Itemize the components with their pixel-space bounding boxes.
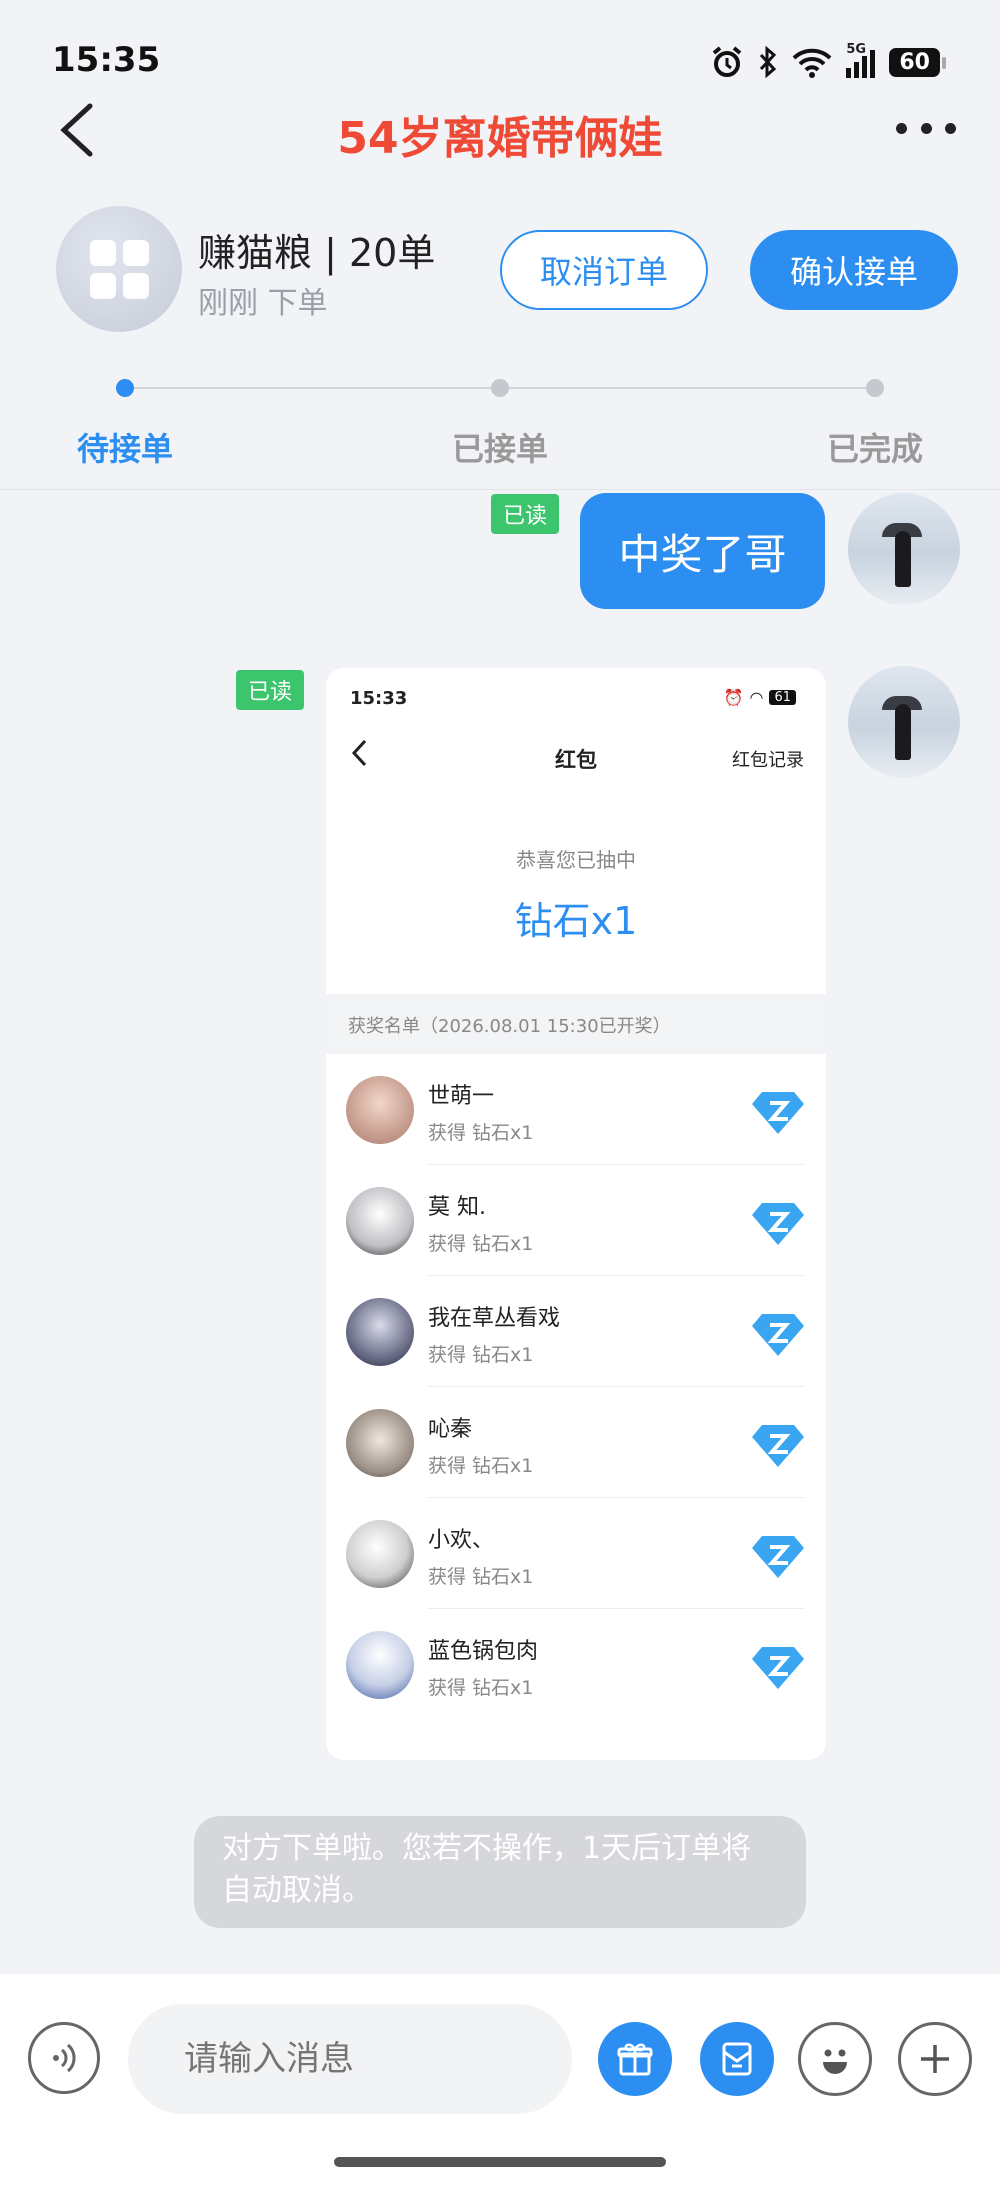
system-notice: 对方下单啦。您若不操作，1天后订单将自动取消。 [194, 1816, 806, 1928]
message-bubble[interactable]: 中奖了哥 [580, 493, 825, 609]
winner-name: 蓝色锅包肉 [428, 1639, 539, 1664]
screenshot-status-time: 15:33 [350, 688, 408, 709]
winner-row: 世萌一 获得 钻石x1 [326, 1054, 826, 1165]
winner-row: 小欢、 获得 钻石x1 [326, 1498, 826, 1609]
divider [0, 489, 1000, 490]
gift-button[interactable] [598, 2022, 672, 2096]
winner-row: 吣秦 获得 钻石x1 [326, 1387, 826, 1498]
red-packet-icon [722, 2042, 752, 2076]
winner-reward: 获得 钻石x1 [428, 1677, 534, 1699]
status-time: 15:35 [52, 40, 161, 80]
wifi-icon [792, 48, 832, 78]
step-pending: 待接单 [76, 430, 173, 468]
image-message[interactable]: 15:33 ⏰ ◠ 61 红包 红包记录 恭喜您已抽中 钻石x1 获奖名单（20… [326, 668, 826, 1760]
step-accepted: 已接单 [451, 430, 548, 468]
plus-icon [921, 2045, 949, 2073]
voice-icon [53, 2043, 76, 2073]
diamond-icon [752, 1647, 804, 1689]
winner-name: 小欢、 [428, 1528, 495, 1553]
app-grid-icon [89, 239, 149, 299]
winner-reward: 获得 钻石x1 [428, 1566, 534, 1588]
my-avatar[interactable] [848, 666, 960, 778]
message-input[interactable] [128, 2004, 572, 2114]
emoji-icon [823, 2049, 847, 2074]
winner-avatar [346, 1520, 414, 1588]
more-button[interactable] [896, 108, 956, 148]
bluetooth-icon [760, 45, 777, 79]
winner-list-header: 获奖名单（2026.08.01 15:30已开奖） [348, 1016, 671, 1037]
winner-row: 我在草丛看戏 获得 钻石x1 [326, 1276, 826, 1387]
winner-avatar [346, 1076, 414, 1144]
gift-icon [617, 2043, 653, 2076]
network-type: 5G [846, 42, 867, 57]
screenshot-battery: 61 [769, 690, 796, 705]
winner-avatar [346, 1409, 414, 1477]
progress-dot-accepted [491, 379, 509, 397]
page-title: 54岁离婚带俩娃 [337, 113, 663, 164]
cancel-order-button[interactable]: 取消订单 [500, 230, 708, 310]
winner-reward: 获得 钻石x1 [428, 1233, 534, 1255]
emoji-button[interactable] [798, 2022, 872, 2096]
status-icons: 5G 60 [710, 42, 946, 82]
home-gesture-bar [334, 2157, 666, 2167]
order-name: 赚猫粮 | 20单 [198, 231, 436, 275]
alarm-icon: ⏰ [723, 688, 744, 707]
winner-reward: 获得 钻石x1 [428, 1455, 534, 1477]
plus-button[interactable] [898, 2022, 972, 2096]
winner-reward: 获得 钻石x1 [428, 1344, 534, 1366]
winner-avatar [346, 1187, 414, 1255]
alarm-icon [713, 46, 742, 77]
screenshot-status-icons: ⏰ ◠ 61 [724, 688, 796, 707]
diamond-icon [752, 1536, 804, 1578]
winner-avatar [346, 1631, 414, 1699]
diamond-icon [752, 1425, 804, 1467]
winner-name: 吣秦 [428, 1417, 473, 1442]
winner-list: 世萌一 获得 钻石x1 莫 知. 获得 钻石x1 我在草丛看戏 获得 钻石x1 … [326, 1054, 826, 1760]
voice-button[interactable] [28, 2022, 100, 2094]
read-badge: 已读 [491, 494, 560, 534]
winner-name: 莫 知. [428, 1195, 486, 1220]
progress-dot-completed [866, 379, 884, 397]
winner-row: 蓝色锅包肉 获得 钻石x1 [326, 1609, 826, 1720]
diamond-icon [752, 1314, 804, 1356]
winner-row: 莫 知. 获得 钻石x1 [326, 1165, 826, 1276]
signal-icon: 5G [846, 42, 876, 78]
diamond-icon [752, 1203, 804, 1245]
my-avatar[interactable] [848, 493, 960, 605]
battery-indicator: 60 [889, 47, 946, 77]
progress-dot-pending [116, 379, 134, 397]
winner-reward: 获得 钻石x1 [428, 1122, 534, 1144]
diamond-icon [752, 1092, 804, 1134]
winner-avatar [346, 1298, 414, 1366]
confirm-order-button[interactable]: 确认接单 [750, 230, 958, 310]
red-packet-button[interactable] [700, 2022, 774, 2096]
screenshot-header-area [326, 668, 826, 994]
screenshot-congrats: 恭喜您已抽中 [516, 848, 636, 872]
winner-name: 世萌一 [428, 1084, 495, 1109]
wifi-icon: ◠ [749, 688, 764, 707]
winner-name: 我在草丛看戏 [428, 1306, 561, 1331]
screenshot-record-link: 红包记录 [732, 750, 804, 771]
order-time: 刚刚 下单 [198, 286, 328, 321]
step-completed: 已完成 [826, 430, 923, 468]
read-badge: 已读 [236, 670, 305, 710]
screenshot-prize: 钻石x1 [514, 899, 638, 943]
avatar[interactable] [56, 206, 182, 332]
